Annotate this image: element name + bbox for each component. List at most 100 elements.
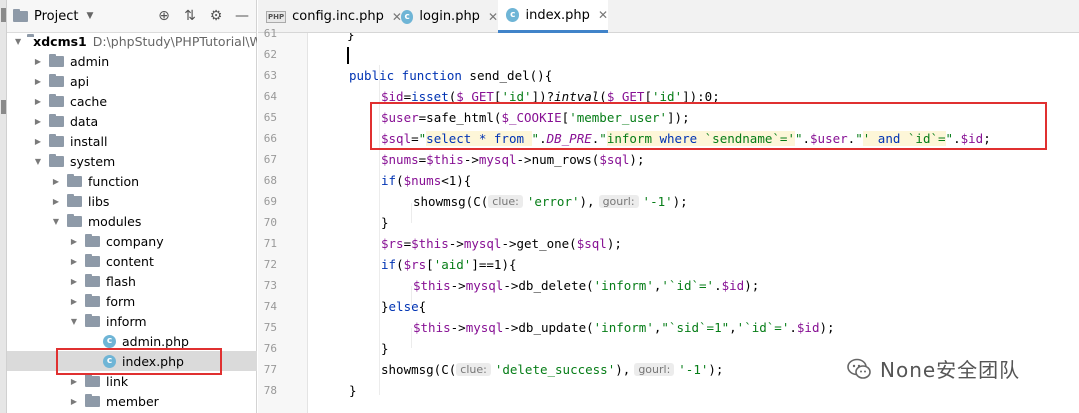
tree-folder-item[interactable]: ▶ company: [7, 231, 257, 251]
class-file-icon: c: [401, 9, 414, 24]
code-line-78: }: [349, 383, 357, 398]
tree-folder-item[interactable]: ▶ cache: [7, 91, 257, 111]
chevron-right-icon[interactable]: ▶: [69, 376, 79, 386]
tree-folder-item[interactable]: ▶ form: [7, 291, 257, 311]
collapse-all-icon[interactable]: ⇅: [182, 8, 198, 24]
code-line-72: if($rs['aid']==1){: [381, 257, 517, 272]
tab-config-inc-php[interactable]: PHP config.inc.php ✕: [258, 0, 402, 33]
chevron-right-icon[interactable]: ▶: [33, 76, 43, 86]
folder-icon: [85, 313, 100, 327]
chevron-down-icon[interactable]: ▼: [69, 316, 79, 326]
gear-icon[interactable]: ⚙: [208, 8, 224, 24]
tree-item-label: member: [106, 393, 159, 409]
tree-item-label: libs: [88, 193, 110, 209]
tree-folder-item[interactable]: ▶ data: [7, 111, 257, 131]
tree-item-label: install: [70, 133, 108, 149]
line-number: 75: [263, 321, 277, 334]
code-line-71: $rs = $this -> mysql ->get_one($sql);: [381, 236, 622, 251]
chevron-right-icon[interactable]: ▶: [51, 176, 61, 186]
php-file-icon: PHP: [266, 10, 287, 23]
tree-item-label: inform: [106, 313, 147, 329]
tree-folder-item[interactable]: ▶ function: [7, 171, 257, 191]
tab-label: index.php: [525, 7, 590, 23]
line-number: 71: [263, 237, 277, 250]
chevron-right-icon[interactable]: ▶: [33, 56, 43, 66]
hide-icon[interactable]: —: [234, 8, 250, 24]
tree-item-label: system: [70, 153, 116, 169]
chevron-down-icon[interactable]: ▼: [86, 11, 93, 21]
code-line-70: }: [381, 215, 389, 230]
tree-folder-item[interactable]: ▶ install: [7, 131, 257, 151]
line-number: 69: [263, 195, 277, 208]
chevron-down-icon[interactable]: ▼: [33, 156, 43, 166]
tree-folder-item[interactable]: ▶ member: [7, 391, 257, 411]
tree-item-label: flash: [106, 273, 136, 289]
tree-folder-item[interactable]: ▶ flash: [7, 271, 257, 291]
folder-icon: [49, 133, 64, 147]
line-number: 67: [263, 153, 277, 166]
tree-item-label: function: [88, 173, 140, 189]
tab-login-php[interactable]: c login.php ✕: [393, 0, 498, 33]
tree-folder-item[interactable]: ▶ api: [7, 71, 257, 91]
tab-index-php[interactable]: c index.php ✕: [498, 0, 608, 33]
left-tool-strip: [0, 0, 7, 413]
tree-folder-item[interactable]: ▼ inform: [7, 311, 257, 331]
line-number: 68: [263, 174, 277, 187]
chevron-right-icon[interactable]: ▶: [33, 116, 43, 126]
tree-item-label: content: [106, 253, 154, 269]
folder-icon: [49, 73, 64, 87]
chevron-down-icon[interactable]: ▼: [51, 216, 61, 226]
project-folder-icon: [13, 8, 28, 22]
class-file-icon: c: [103, 334, 116, 348]
chevron-right-icon[interactable]: ▶: [69, 276, 79, 286]
watermark: None安全团队: [846, 354, 1020, 383]
tree-root[interactable]: ▼ xdcms1 D:\phpStudy\PHPTutorial\W: [7, 31, 257, 51]
tree-item-label: modules: [88, 213, 142, 229]
close-icon[interactable]: ✕: [488, 10, 498, 24]
tree-item-label: data: [70, 113, 99, 129]
project-tool-icon[interactable]: [1, 8, 6, 22]
tab-bar: PHP config.inc.php ✕ c login.php ✕ c ind…: [258, 0, 1079, 33]
tree-folder-item[interactable]: ▶ libs: [7, 191, 257, 211]
code-line-68: if($nums <1){: [381, 173, 472, 188]
tree-item-label: company: [106, 233, 164, 249]
tree-item-label: cache: [70, 93, 108, 109]
chevron-right-icon[interactable]: ▶: [33, 136, 43, 146]
locate-icon[interactable]: ⊕: [156, 8, 172, 24]
chevron-right-icon[interactable]: ▶: [51, 196, 61, 206]
chevron-right-icon[interactable]: ▶: [69, 236, 79, 246]
chevron-right-icon[interactable]: ▶: [33, 96, 43, 106]
structure-tool-icon[interactable]: [1, 100, 6, 114]
project-panel-header: Project ▼ ⊕ ⇅ ⚙ —: [7, 0, 256, 33]
project-panel-title[interactable]: Project: [34, 9, 78, 24]
folder-icon: [85, 373, 100, 387]
tree-highlight-box: [56, 348, 222, 375]
folder-icon: [49, 153, 64, 167]
chevron-right-icon[interactable]: ▶: [69, 256, 79, 266]
code-line-63: public function send_del(){: [349, 68, 553, 83]
chevron-right-icon[interactable]: ▶: [69, 296, 79, 306]
code-line-77: showmsg(C(clue:'delete_success'), gourl: '…: [381, 362, 724, 377]
folder-icon: [49, 53, 64, 67]
tree-item-label: admin: [70, 53, 110, 69]
chevron-down-icon[interactable]: ▼: [15, 36, 21, 46]
folder-icon: [49, 93, 64, 107]
tree-folder-item[interactable]: ▶ admin: [7, 51, 257, 71]
close-icon[interactable]: ✕: [598, 8, 608, 22]
line-number-gutter: 61 62 63 64 65 66 67 68 69 70 71 72 73 74 75 76 77 78: [258, 27, 308, 413]
line-number: 65: [263, 111, 277, 124]
line-number: 76: [263, 342, 277, 355]
tree-folder-item[interactable]: ▶ content: [7, 251, 257, 271]
chevron-right-icon[interactable]: ▶: [69, 396, 79, 406]
tree-folder-item[interactable]: ▼ modules: [7, 211, 257, 231]
text-caret: [347, 47, 349, 64]
line-number: 78: [263, 384, 277, 397]
line-number: 61: [263, 27, 277, 40]
class-file-icon: c: [506, 8, 520, 22]
tree-item-label: form: [106, 293, 136, 309]
line-number: 70: [263, 216, 277, 229]
code-line-75: $this -> mysql ->db_update('inform', "`sid`=…: [413, 320, 835, 335]
tree-folder-item[interactable]: ▼ system: [7, 151, 257, 171]
folder-icon: [49, 113, 64, 127]
code-line-73: $this -> mysql ->db_delete('inform', '`id`='…: [413, 278, 760, 293]
